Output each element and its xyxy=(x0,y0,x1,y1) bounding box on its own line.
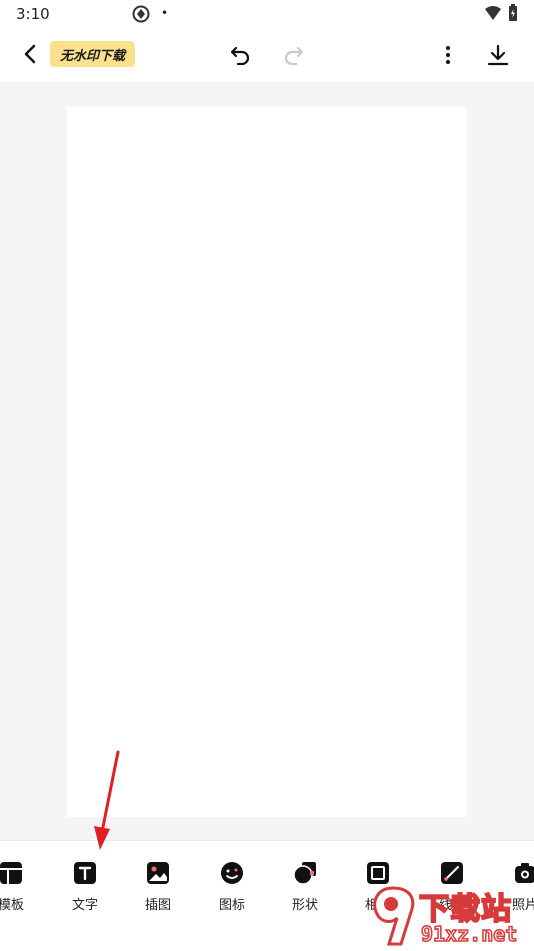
tool-label: 图标 xyxy=(218,898,245,913)
tool-illustration[interactable]: 插图 xyxy=(128,861,188,913)
wifi-icon xyxy=(484,5,502,25)
editor-top-bar: 无水印下载 xyxy=(0,28,534,82)
back-arrow-icon xyxy=(24,44,36,64)
site-watermark: 下载站 91xz.net xyxy=(365,882,534,950)
sync-icon xyxy=(132,5,150,27)
tool-template[interactable]: 模板 xyxy=(0,861,41,913)
tool-label: 插图 xyxy=(144,898,171,913)
template-icon xyxy=(0,862,22,884)
shape-icon xyxy=(293,862,316,885)
canvas-workspace xyxy=(0,82,534,840)
sticker-icon xyxy=(221,862,243,884)
redo-icon xyxy=(284,46,304,65)
status-time: 3:10 xyxy=(16,5,50,23)
more-options-button[interactable] xyxy=(434,40,462,70)
design-canvas[interactable] xyxy=(67,107,467,817)
tool-sticker[interactable]: 图标 xyxy=(202,861,262,913)
tool-shape[interactable]: 形状 xyxy=(275,861,335,913)
back-button[interactable] xyxy=(16,40,44,68)
tool-text[interactable]: 文字 xyxy=(55,861,115,913)
redo-button[interactable] xyxy=(279,40,309,70)
undo-icon xyxy=(230,46,250,65)
download-icon xyxy=(487,44,509,66)
status-bar: 3:10 • xyxy=(0,0,534,28)
more-vertical-icon xyxy=(446,46,450,64)
tool-label: 模板 xyxy=(0,898,24,913)
illustration-icon xyxy=(147,862,169,884)
status-dot: • xyxy=(161,6,169,20)
watermark-url: 91xz.net xyxy=(420,921,518,947)
tool-label: 形状 xyxy=(291,898,318,913)
download-button[interactable] xyxy=(484,40,512,70)
watermark-logo-icon xyxy=(373,886,415,946)
no-watermark-download-button[interactable]: 无水印下载 xyxy=(50,41,136,67)
text-icon xyxy=(74,862,96,884)
battery-icon xyxy=(508,4,518,26)
tool-label: 文字 xyxy=(71,898,98,913)
undo-button[interactable] xyxy=(225,40,255,70)
